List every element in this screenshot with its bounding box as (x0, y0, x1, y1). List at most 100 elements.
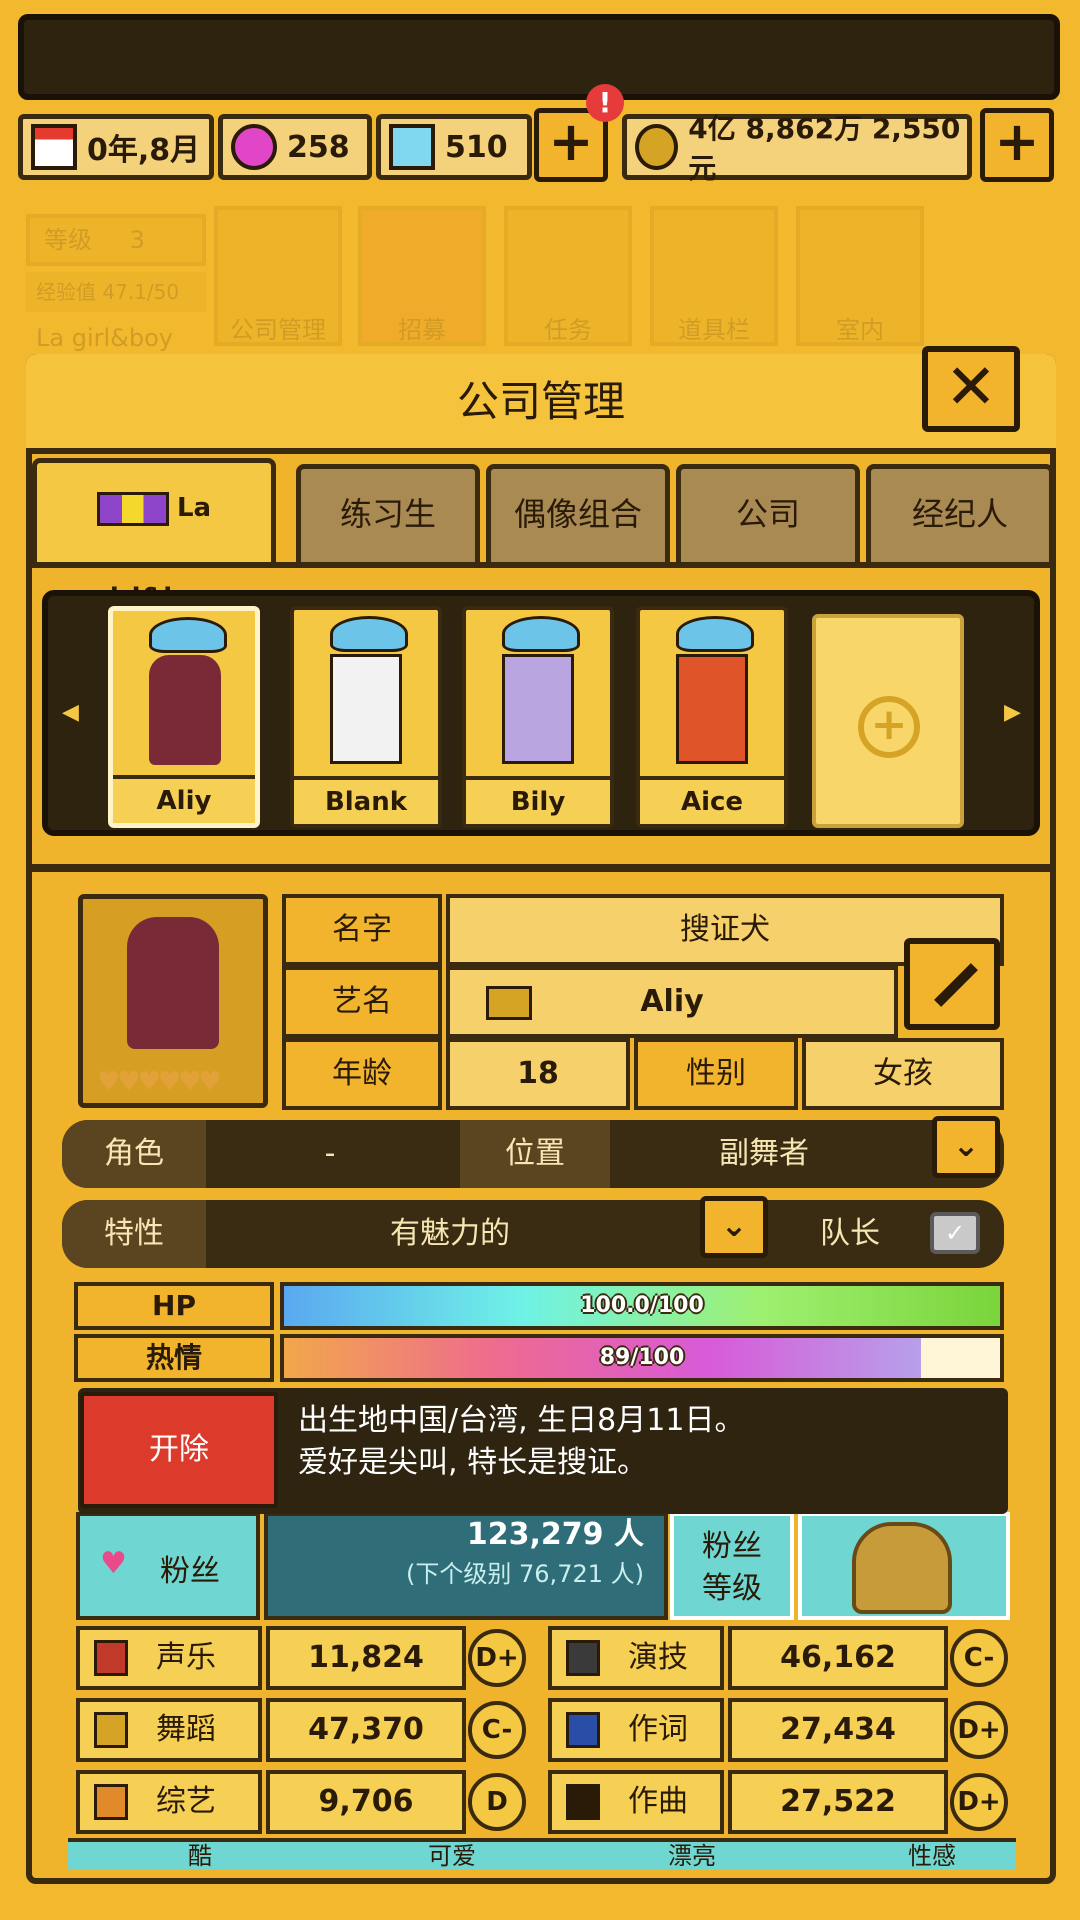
fans-next: (下个级别 76,721 人) (406, 1560, 644, 1588)
style-sexy: 性感 (908, 1842, 956, 1870)
character-sprite (676, 654, 748, 764)
group-icon (96, 491, 169, 526)
role-value: - (324, 1136, 336, 1171)
shoe-icon (486, 986, 532, 1020)
carousel-right-arrow[interactable]: ▶ (1004, 700, 1021, 725)
plus-circle-icon: + (858, 696, 920, 758)
trophy-icon (852, 1522, 952, 1614)
nav-recruit[interactable]: 招募 (358, 206, 486, 346)
member-name: Aice (640, 776, 784, 824)
character-sprite (502, 654, 574, 764)
ability-value: 9,706 (266, 1770, 466, 1834)
ability-label: 声乐 (76, 1626, 262, 1690)
style-pretty: 漂亮 (668, 1842, 716, 1870)
blue-hat-icon (502, 616, 580, 652)
stage-name-value: Aliy (446, 966, 898, 1038)
member-portrait: ♥♥♥♥♥♥ (78, 894, 268, 1108)
tab-trainee[interactable]: 练习生 (296, 464, 480, 562)
carousel-left-arrow[interactable]: ◀ (62, 700, 79, 725)
leader-checkbox[interactable]: ✓ (930, 1212, 980, 1254)
tab-manager[interactable]: 经纪人 (866, 464, 1054, 562)
heart-icon: ♥ (100, 1546, 127, 1581)
hp-bar: 100.0/100 (280, 1282, 1004, 1330)
fans-label-box: ♥ 粉丝 (76, 1512, 260, 1620)
hearts-rating: ♥♥♥♥♥♥ (97, 1067, 222, 1097)
add-member-slot[interactable]: + (812, 614, 964, 828)
role-label: 角色 (62, 1120, 206, 1188)
nav-interior[interactable]: 室内 (796, 206, 924, 346)
ability-name: 舞蹈 (156, 1712, 216, 1747)
blue-hat-icon (330, 616, 408, 652)
ability-grade: D+ (950, 1701, 1008, 1759)
style-stats-strip: 酷 可爱 漂亮 性感 (68, 1838, 1016, 1870)
top-banner (18, 14, 1060, 100)
pink-gem-count: 258 (287, 129, 350, 165)
ability-name: 综艺 (156, 1784, 216, 1819)
character-sprite (330, 654, 402, 764)
leader-label: 队长 (820, 1216, 880, 1251)
tab-divider (26, 562, 1056, 568)
gender-label: 性别 (634, 1038, 798, 1110)
ability-grade: D+ (950, 1773, 1008, 1831)
nav-items[interactable]: 道具栏 (650, 206, 778, 346)
level-label: 等级 (44, 226, 92, 254)
money-text: 4亿 8,862万 2,550元 (688, 112, 961, 185)
blue-hat-icon (676, 616, 754, 652)
fans-level-badge (798, 1512, 1010, 1620)
fans-label: 粉丝 (160, 1554, 220, 1589)
ability-name: 声乐 (156, 1640, 216, 1675)
fire-button[interactable]: 开除 (80, 1392, 278, 1508)
blue-gem-count: 510 (445, 129, 508, 165)
ability-value: 47,370 (266, 1698, 466, 1762)
position-label: 位置 (460, 1120, 610, 1188)
fans-level-label: 粉丝 等级 (670, 1512, 794, 1620)
age-value: 18 (446, 1038, 630, 1110)
nav-tasks[interactable]: 任务 (504, 206, 632, 346)
pink-gem-display: 258 (218, 114, 372, 180)
ability-value: 27,522 (728, 1770, 948, 1834)
tab-idol-group[interactable]: 偶像组合 (486, 464, 670, 562)
ability-label: 综艺 (76, 1770, 262, 1834)
position-dropdown-button[interactable]: ⌄ (932, 1116, 1000, 1178)
trait-dropdown-button[interactable]: ⌄ (700, 1196, 768, 1258)
group-name-faded: La girl&boy (36, 324, 173, 352)
blue-hat-icon (149, 617, 227, 653)
panel-title: 公司管理 (26, 354, 1056, 454)
stage-name-label: 艺名 (282, 966, 442, 1038)
tab-company[interactable]: 公司 (676, 464, 860, 562)
ability-icon (94, 1784, 128, 1820)
style-cute: 可爱 (428, 1842, 476, 1870)
ability-label: 作曲 (548, 1770, 724, 1834)
calendar-icon (31, 124, 77, 170)
ability-name: 作词 (628, 1712, 688, 1747)
money-display: 4亿 8,862万 2,550元 (622, 112, 972, 185)
fans-count-box: 123,279 人 (下个级别 76,721 人) (264, 1512, 668, 1620)
member-card-aliy[interactable]: Aliy (108, 606, 260, 828)
ability-grade: C- (950, 1629, 1008, 1687)
ability-value: 11,824 (266, 1626, 466, 1690)
buy-money-button[interactable]: + (980, 108, 1054, 182)
ability-value: 27,434 (728, 1698, 948, 1762)
member-name: Bily (466, 776, 610, 824)
edit-name-button[interactable] (904, 938, 1000, 1030)
date-text: 0年,8月 (87, 133, 201, 168)
bio-text: 出生地中国/台湾, 生日8月11日。 爱好是尖叫, 特长是搜证。 (298, 1400, 998, 1484)
close-button[interactable]: ✕ (922, 346, 1020, 432)
tab-group[interactable]: La girl&boy (32, 458, 276, 613)
name-label: 名字 (282, 894, 442, 966)
bio-line-1: 出生地中国/台湾, 生日8月11日。 (298, 1403, 745, 1438)
pink-gem-icon (231, 124, 277, 170)
passion-bar: 89/100 (280, 1334, 1004, 1382)
nav-company-management[interactable]: 公司管理 (214, 206, 342, 346)
character-sprite (149, 655, 221, 765)
bio-line-2: 爱好是尖叫, 特长是搜证。 (298, 1445, 648, 1480)
passion-label: 热情 (74, 1334, 274, 1382)
ability-name: 演技 (628, 1640, 688, 1675)
passion-text: 89/100 (599, 1345, 685, 1370)
member-card-bily[interactable]: Bily (462, 606, 614, 828)
ability-grade: D+ (468, 1629, 526, 1687)
level-info: 等级 3 (26, 214, 206, 266)
gender-value: 女孩 (802, 1038, 1004, 1110)
member-card-blank[interactable]: Blank (290, 606, 442, 828)
member-card-aice[interactable]: Aice (636, 606, 788, 828)
